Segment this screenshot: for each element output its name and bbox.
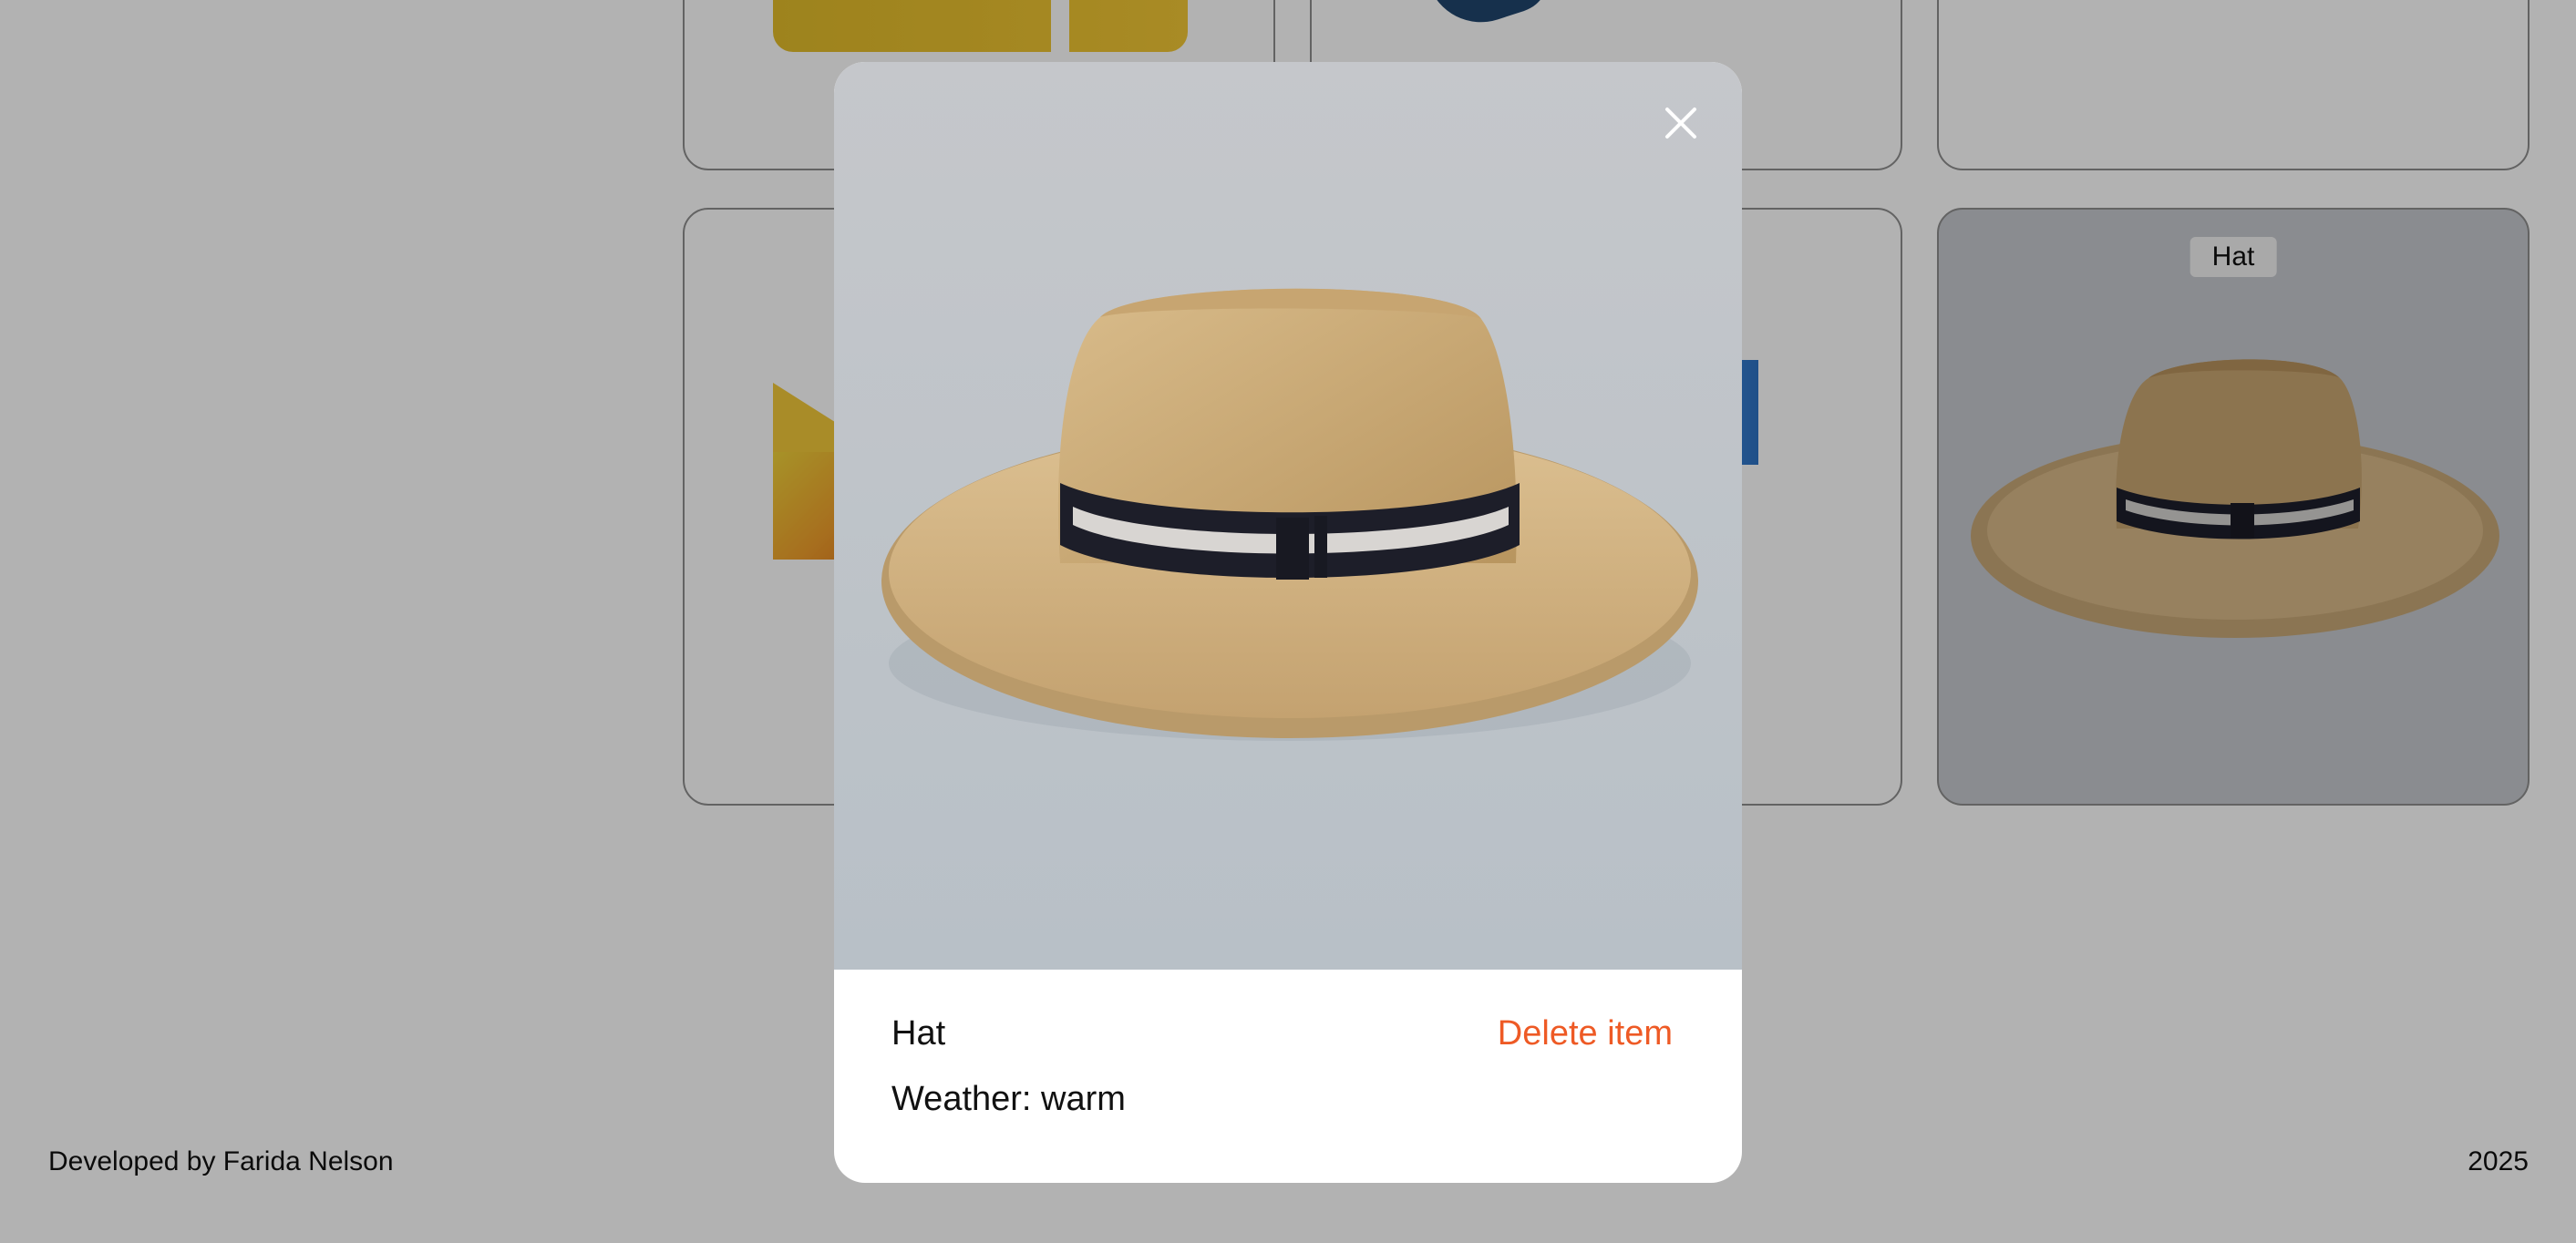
- close-button[interactable]: [1656, 98, 1705, 148]
- item-preview-modal: Hat Weather: warm Delete item: [834, 62, 1742, 1183]
- item-weather: Weather: warm: [891, 1080, 1126, 1118]
- hat-image: [881, 288, 1698, 741]
- delete-item-button[interactable]: Delete item: [1498, 1014, 1673, 1053]
- item-photo: [834, 62, 1742, 970]
- close-icon: [1665, 108, 1696, 139]
- item-name: Hat: [891, 1014, 946, 1053]
